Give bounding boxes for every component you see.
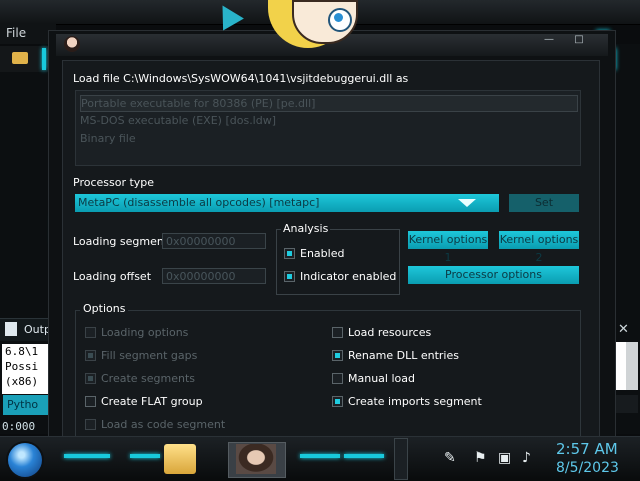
analysis-group xyxy=(276,229,400,295)
chevron-down-icon[interactable] xyxy=(458,199,476,207)
processor-type-label: Processor type xyxy=(73,176,155,189)
load-as-code-segment-checkbox[interactable] xyxy=(85,419,96,430)
app-avatar-icon xyxy=(64,36,80,52)
list-item[interactable]: Binary file xyxy=(80,131,576,146)
manual-load-checkbox[interactable] xyxy=(332,373,343,384)
create-segments-label: Create segments xyxy=(101,372,196,385)
start-button[interactable] xyxy=(8,443,42,477)
network-icon[interactable]: ▣ xyxy=(498,450,511,466)
create-imports-segment-label: Create imports segment xyxy=(348,395,482,408)
file-format-list[interactable]: Portable executable for 80386 (PE) [pe.d… xyxy=(75,90,581,166)
portrait-app-icon xyxy=(236,444,276,474)
rename-dll-entries-label: Rename DLL entries xyxy=(348,349,459,362)
loading-options-label: Loading options xyxy=(101,326,189,339)
taskbar-accent xyxy=(64,454,110,458)
taskbar-accent xyxy=(130,454,160,458)
fill-segment-gaps-checkbox[interactable] xyxy=(85,350,96,361)
clock-date[interactable]: 8/5/2023 xyxy=(556,460,619,476)
kernel-options-2-button[interactable]: Kernel options 2 xyxy=(499,231,579,264)
load-file-label: Load file C:\Windows\SysWOW64\1041\vsjit… xyxy=(73,72,409,85)
output-tab-label: Outp xyxy=(24,323,51,336)
show-desktop-button[interactable] xyxy=(394,438,408,480)
loading-segment-label: Loading segment xyxy=(73,235,169,248)
taskbar xyxy=(0,436,640,481)
processor-type-select[interactable]: MetaPC (disassemble all opcodes) [metapc… xyxy=(75,194,499,212)
kernel-options-1-button[interactable]: Kernel options 1 xyxy=(408,231,488,264)
status-text: 0:000 xyxy=(2,420,36,433)
options-legend: Options xyxy=(80,302,129,315)
rename-dll-entries-checkbox[interactable] xyxy=(332,350,343,361)
python-button[interactable]: Pytho xyxy=(3,395,53,415)
taskbar-accent xyxy=(344,454,384,458)
loading-segment-input[interactable]: 0x00000000 xyxy=(162,233,266,249)
create-flat-group-label: Create FLAT group xyxy=(101,395,203,408)
create-imports-segment-checkbox[interactable] xyxy=(332,396,343,407)
menu-file[interactable]: File xyxy=(6,26,26,40)
load-as-code-segment-label: Load as code segment xyxy=(101,418,226,431)
scrollbar[interactable] xyxy=(626,342,638,390)
minimize-icon[interactable]: — xyxy=(540,34,558,46)
loading-offset-label: Loading offset xyxy=(73,270,152,283)
loading-options-checkbox[interactable] xyxy=(85,327,96,338)
processor-options-button[interactable]: Processor options xyxy=(408,266,579,284)
volume-icon[interactable]: ♪ xyxy=(522,450,531,466)
open-folder-icon[interactable] xyxy=(12,52,28,64)
analysis-enabled-label: Enabled xyxy=(300,247,345,260)
list-item[interactable]: MS-DOS executable (EXE) [dos.ldw] xyxy=(80,113,576,128)
maximize-icon[interactable]: □ xyxy=(570,34,588,46)
clock-time[interactable]: 2:57 AM xyxy=(556,440,618,458)
indicator-enabled-label: Indicator enabled xyxy=(300,270,397,283)
list-item[interactable]: Portable executable for 80386 (PE) [pe.d… xyxy=(80,95,578,112)
load-resources-checkbox[interactable] xyxy=(332,327,343,338)
create-segments-checkbox[interactable] xyxy=(85,373,96,384)
fill-segment-gaps-label: Fill segment gaps xyxy=(101,349,198,362)
analysis-enabled-checkbox[interactable] xyxy=(284,248,295,259)
document-icon xyxy=(5,322,17,336)
create-flat-group-checkbox[interactable] xyxy=(85,396,96,407)
load-resources-label: Load resources xyxy=(348,326,432,339)
indicator-enabled-checkbox[interactable] xyxy=(284,271,295,282)
close-icon[interactable]: ✕ xyxy=(618,322,629,337)
frame-accent xyxy=(42,48,46,70)
taskbar-accent xyxy=(300,454,340,458)
flag-icon[interactable]: ⚑ xyxy=(474,450,487,466)
file-explorer-icon[interactable] xyxy=(164,444,196,474)
cartoon-pupil xyxy=(334,13,343,22)
manual-load-label: Manual load xyxy=(348,372,415,385)
analysis-legend: Analysis xyxy=(281,222,331,235)
pen-icon[interactable]: ✎ xyxy=(444,450,456,466)
set-button[interactable]: Set xyxy=(509,194,579,212)
loading-offset-input[interactable]: 0x00000000 xyxy=(162,268,266,284)
